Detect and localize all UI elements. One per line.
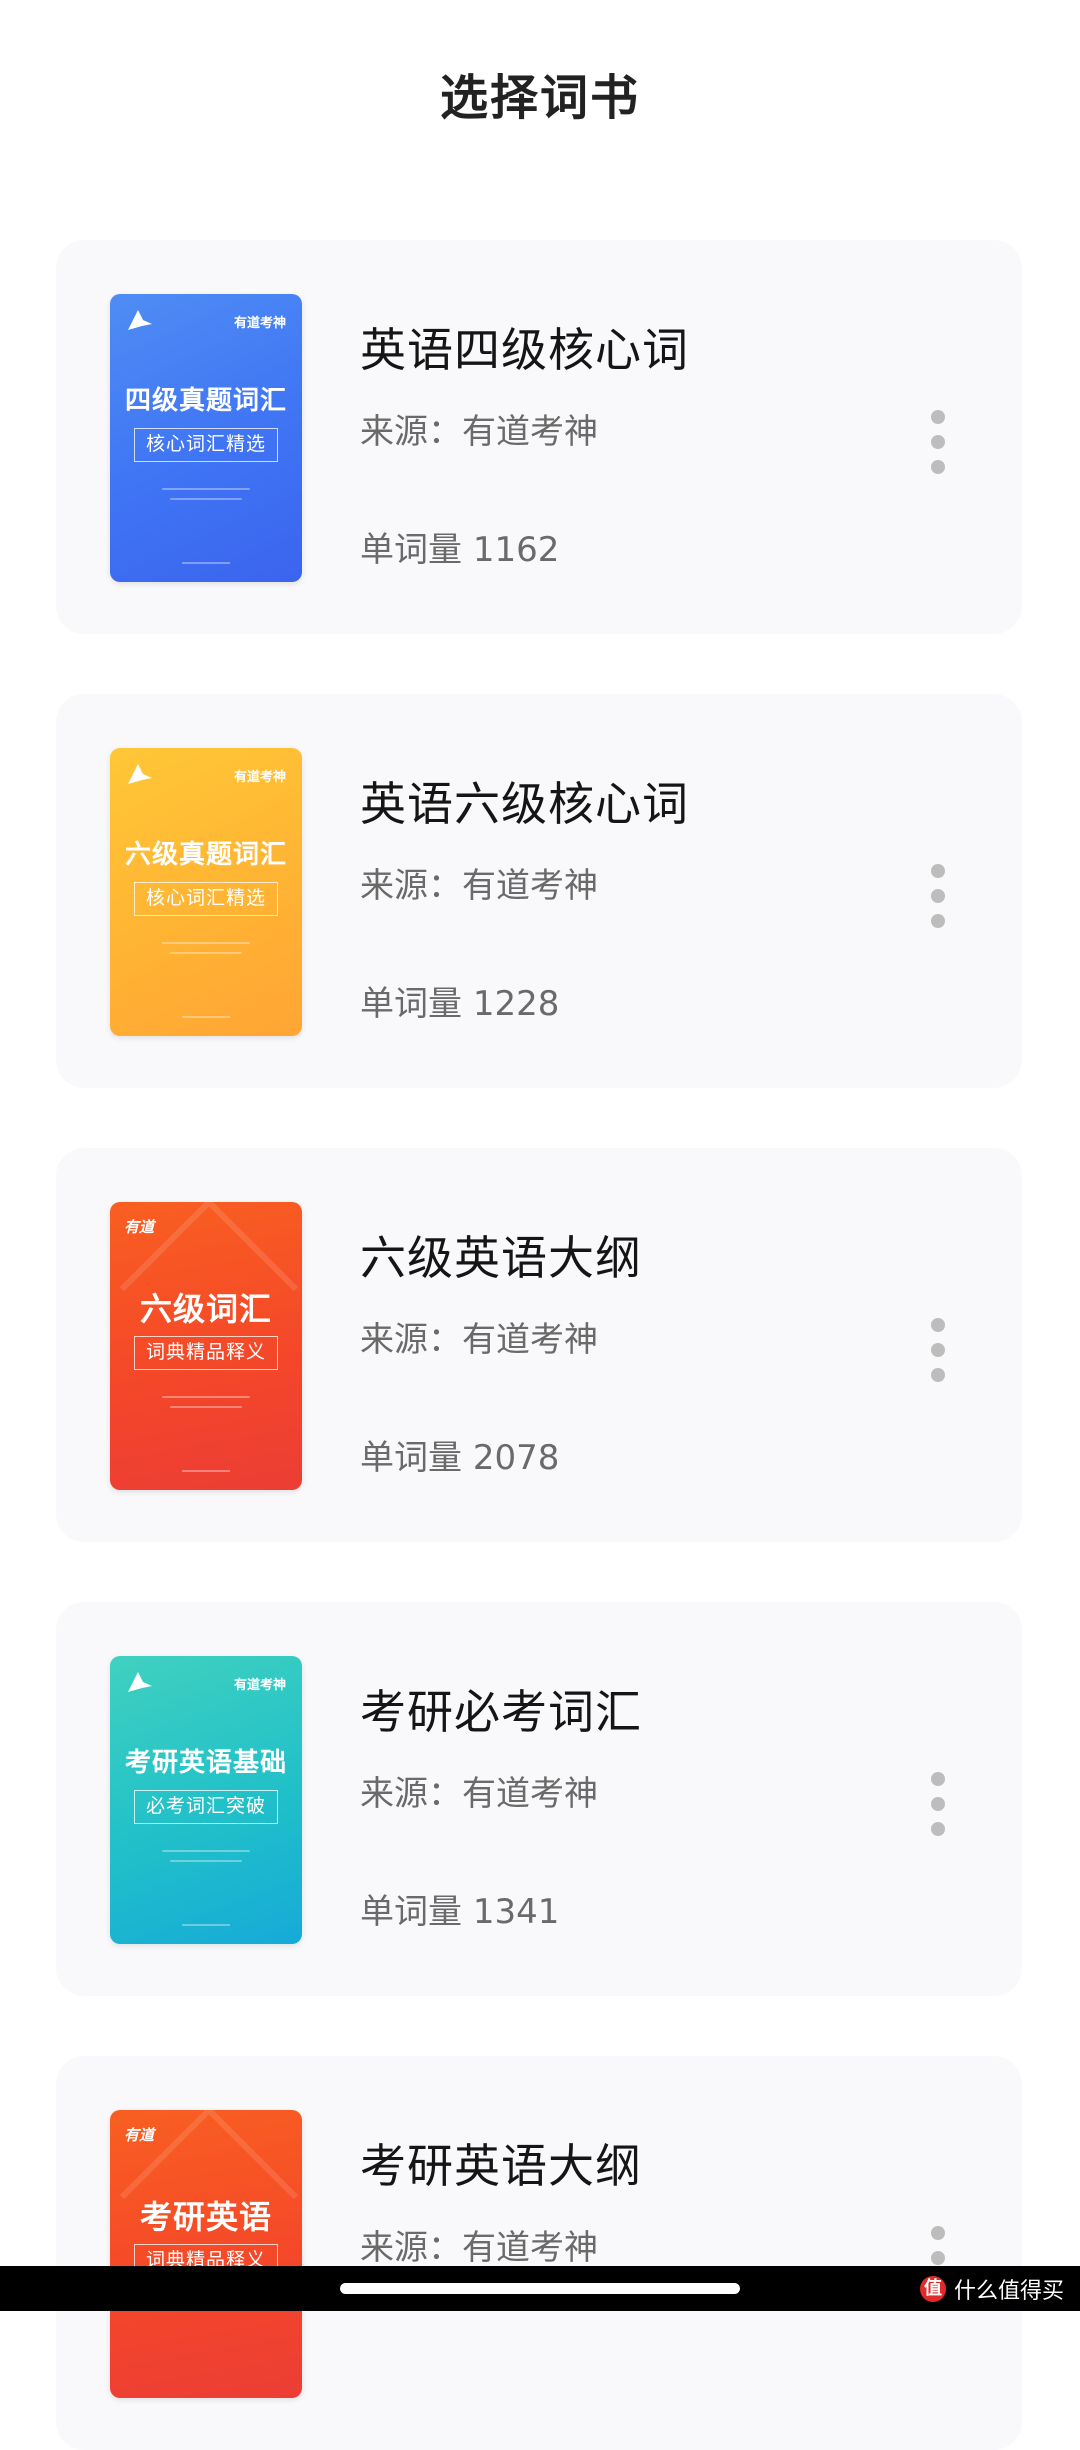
more-vertical-icon[interactable]: [918, 1772, 958, 1836]
book-word-count: 单词量 1341: [360, 1884, 559, 1933]
book-word-count: 单词量 1228: [360, 976, 559, 1025]
watermark: 值 什么值得买: [919, 2275, 1064, 2304]
youdao-logo-icon: [128, 764, 152, 784]
more-vertical-icon[interactable]: [918, 410, 958, 474]
watermark-badge-icon: 值: [919, 2276, 946, 2302]
cover-decor-line: [162, 1850, 250, 1852]
cover-decor-line: [170, 1860, 242, 1862]
book-word-count: 单词量 1162: [360, 522, 559, 571]
word-count-label: 单词量: [360, 530, 462, 570]
cover-brand: 有道考神: [233, 316, 286, 331]
cover-title: 考研英语基础: [124, 1748, 287, 1778]
book-name: 考研必考词汇: [360, 1685, 642, 1739]
book-source: 来源：有道考神: [360, 1320, 598, 1360]
home-indicator-bar: [0, 2266, 1080, 2311]
youdao-logo-icon: [128, 310, 152, 330]
book-name: 英语六级核心词: [360, 777, 689, 831]
page-title: 选择词书: [439, 70, 640, 126]
word-count-label: 单词量: [360, 984, 462, 1024]
cover-decor-line: [170, 952, 242, 954]
book-cover: 有道考神 考研英语基础 必考词汇突破: [110, 1656, 302, 1944]
book-source: 来源：有道考神: [360, 866, 598, 906]
book-source: 来源：有道考神: [360, 1774, 598, 1814]
cover-decor-line: [182, 1924, 230, 1926]
book-card-cet6-core[interactable]: 有道考神 六级真题词汇 核心词汇精选 英语六级核心词 来源：有道考神 单词量 1…: [56, 694, 1022, 1088]
word-count-label: 单词量: [360, 1438, 462, 1478]
cover-title: 四级真题词汇: [124, 386, 287, 416]
more-vertical-icon[interactable]: [918, 1318, 958, 1382]
cover-subtitle: 核心词汇精选: [134, 882, 278, 916]
book-card-cet6-syllabus[interactable]: 有道 六级词汇 词典精品释义 六级英语大纲 来源：有道考神 单词量 2078: [56, 1148, 1022, 1542]
cover-decor-line: [170, 498, 242, 500]
more-vertical-icon[interactable]: [918, 864, 958, 928]
cover-decor-line: [170, 1406, 242, 1408]
cover-decor-line: [182, 1470, 230, 1472]
word-count-value: 1341: [472, 1892, 560, 1932]
cover-brand: 有道考神: [233, 770, 286, 785]
book-cover: 有道考神 四级真题词汇 核心词汇精选: [110, 294, 302, 582]
cover-subtitle: 必考词汇突破: [134, 1790, 278, 1824]
book-source: 来源：有道考神: [360, 2228, 598, 2268]
book-card-cet4-core[interactable]: 有道考神 四级真题词汇 核心词汇精选 英语四级核心词 来源：有道考神 单词量 1…: [56, 240, 1022, 634]
cover-decor-line: [162, 488, 250, 490]
home-indicator[interactable]: [340, 2283, 740, 2294]
cover-decor-line: [182, 562, 230, 564]
cover-title: 考研英语: [139, 2198, 272, 2236]
book-card-kaoyan-syllabus[interactable]: 有道 考研英语 词典精品释义 考研英语大纲 来源：有道考神: [56, 2056, 1022, 2450]
word-count-label: 单词量: [360, 1892, 462, 1932]
cover-brand: 有道: [124, 1218, 155, 1236]
book-cover: 有道 考研英语 词典精品释义: [110, 2110, 302, 2398]
book-source: 来源：有道考神: [360, 412, 598, 452]
youdao-logo-icon: [128, 1672, 152, 1692]
book-cover: 有道 六级词汇 词典精品释义: [110, 1202, 302, 1490]
cover-decor-line: [162, 942, 250, 944]
cover-title: 六级词汇: [139, 1290, 272, 1328]
book-card-kaoyan-must[interactable]: 有道考神 考研英语基础 必考词汇突破 考研必考词汇 来源：有道考神 单词量 13…: [56, 1602, 1022, 1996]
book-name: 六级英语大纲: [360, 1231, 642, 1285]
watermark-text: 什么值得买: [953, 2279, 1064, 2304]
word-count-value: 1228: [472, 984, 560, 1024]
book-name: 考研英语大纲: [360, 2139, 642, 2193]
cover-subtitle: 词典精品释义: [134, 1336, 278, 1370]
cover-decor-line: [182, 1016, 230, 1018]
cover-title: 六级真题词汇: [124, 840, 287, 870]
book-word-count: 单词量 2078: [360, 1430, 559, 1479]
cover-brand: 有道考神: [233, 1678, 286, 1693]
cover-decor-line: [162, 1396, 250, 1398]
word-count-value: 1162: [472, 530, 560, 570]
book-cover: 有道考神 六级真题词汇 核心词汇精选: [110, 748, 302, 1036]
word-count-value: 2078: [472, 1438, 560, 1478]
cover-brand: 有道: [124, 2126, 155, 2144]
book-name: 英语四级核心词: [360, 323, 689, 377]
cover-subtitle: 核心词汇精选: [134, 428, 278, 462]
